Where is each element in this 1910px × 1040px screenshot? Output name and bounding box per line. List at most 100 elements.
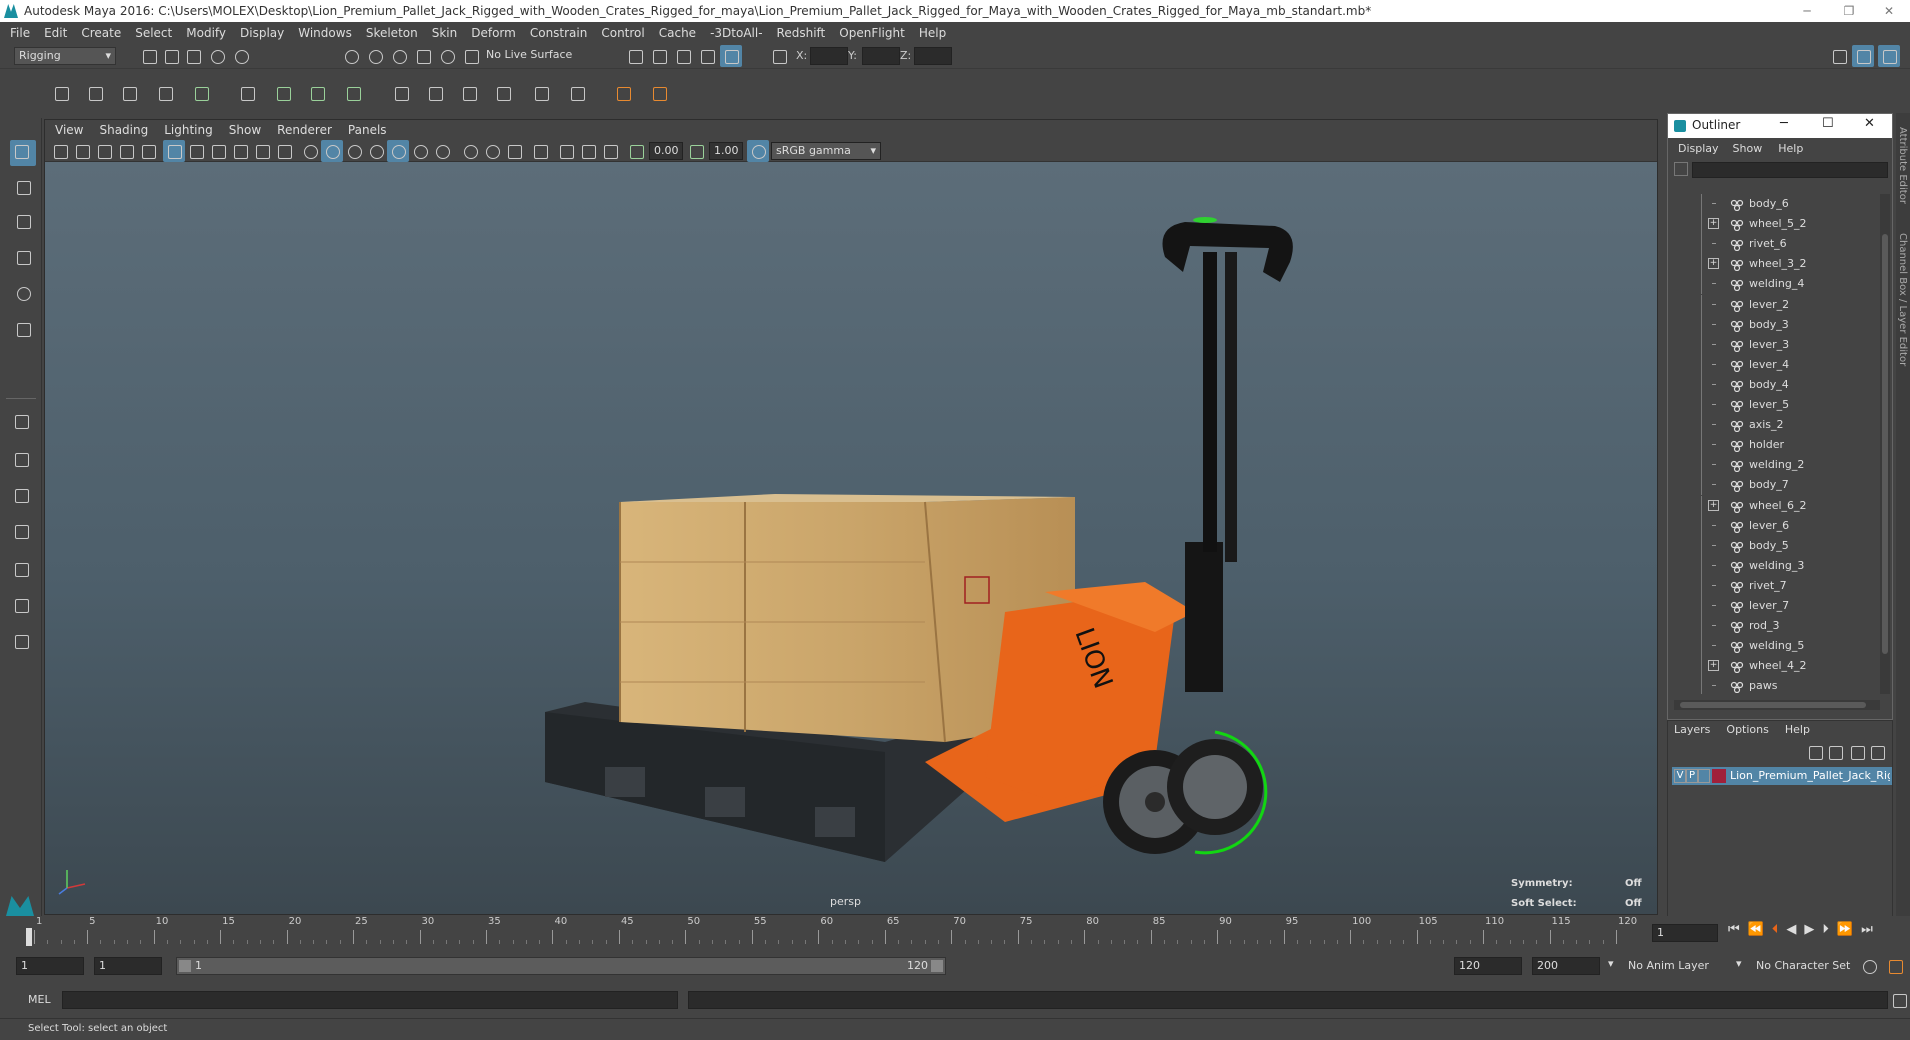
xray-joints-icon[interactable]: [577, 140, 599, 162]
orient-joint-icon[interactable]: [154, 82, 176, 104]
menu-windows[interactable]: Windows: [291, 22, 359, 44]
vp-menu-renderer[interactable]: Renderer: [269, 120, 340, 140]
new-layer-selected-icon[interactable]: [1866, 741, 1888, 763]
smooth-shade-icon[interactable]: [321, 140, 343, 162]
gate-mask-icon[interactable]: [229, 140, 251, 162]
scale-tool-icon[interactable]: [12, 318, 34, 340]
time-slider[interactable]: 1 5 10 15 20 25 30 35 40 45 50 55 60 65 70 75 80 85 90 95 10…: [0, 916, 1910, 948]
custom-layout-icon[interactable]: [10, 630, 32, 652]
expand-icon[interactable]: +: [1708, 499, 1719, 511]
toggle-attribute-editor-icon[interactable]: [1852, 45, 1874, 67]
outliner-item[interactable]: holder: [1668, 435, 1873, 456]
layer-row[interactable]: V P Lion_Premium_Pallet_Jack_Rigge: [1672, 767, 1892, 785]
menu-deform[interactable]: Deform: [464, 22, 523, 44]
textured-icon[interactable]: [365, 140, 387, 162]
step-forward-key-icon[interactable]: ⏵: [1822, 922, 1837, 937]
point-constraint-icon[interactable]: [424, 82, 446, 104]
outliner-hscrollbar[interactable]: [1674, 700, 1880, 710]
four-pane-layout-icon[interactable]: [10, 448, 32, 470]
two-pane-layout-icon[interactable]: [10, 484, 32, 506]
motion-blur-icon[interactable]: [459, 140, 481, 162]
range-start-handle[interactable]: [179, 960, 191, 972]
gamma-icon[interactable]: [685, 140, 707, 162]
outliner-item[interactable]: + wheel_6_2: [1668, 495, 1873, 516]
bind-skin-icon[interactable]: [236, 82, 258, 104]
vp-menu-panels[interactable]: Panels: [340, 120, 395, 140]
gamma-input[interactable]: 1.00: [709, 142, 743, 160]
outliner-layout-icon[interactable]: [10, 520, 32, 542]
expand-icon[interactable]: +: [1708, 218, 1719, 230]
play-backward-icon[interactable]: ◀: [1786, 922, 1804, 937]
outliner-item[interactable]: rod_3: [1668, 616, 1873, 637]
menu-create[interactable]: Create: [74, 22, 128, 44]
outliner-menu-help[interactable]: Help: [1770, 140, 1811, 158]
camera-attributes-icon[interactable]: [71, 140, 93, 162]
color-management-icon[interactable]: [747, 140, 769, 162]
step-back-key-icon[interactable]: ⏴: [1772, 922, 1787, 937]
hypershade-layout-icon[interactable]: [10, 594, 32, 616]
xray-icon[interactable]: [555, 140, 577, 162]
grease-pencil-icon[interactable]: [137, 140, 159, 162]
go-to-end-icon[interactable]: ⏭: [1861, 922, 1881, 937]
outliner-item[interactable]: lever_6: [1668, 515, 1873, 536]
bookmark-icon[interactable]: [93, 140, 115, 162]
render-settings-icon[interactable]: [624, 45, 646, 67]
cluster-icon[interactable]: [342, 82, 364, 104]
minimize-button[interactable]: ─: [1784, 0, 1830, 22]
outliner-item[interactable]: + wheel_3_2: [1668, 254, 1873, 275]
move-layer-down-icon[interactable]: [1824, 741, 1846, 763]
grid-toggle-icon[interactable]: [163, 140, 185, 162]
outliner-vscrollbar[interactable]: [1880, 194, 1890, 694]
outliner-item[interactable]: lever_4: [1668, 354, 1873, 375]
close-button[interactable]: ✕: [1864, 116, 1875, 131]
depth-of-field-icon[interactable]: [503, 140, 525, 162]
command-input[interactable]: [62, 991, 678, 1009]
script-editor-icon[interactable]: [1888, 989, 1910, 1011]
chevron-down-icon[interactable]: ▾: [1736, 957, 1742, 970]
menu-help[interactable]: Help: [912, 22, 953, 44]
layer-playback-toggle[interactable]: P: [1686, 769, 1698, 783]
ipr-render-icon[interactable]: [672, 45, 694, 67]
script-mode-toggle[interactable]: MEL: [28, 993, 51, 1006]
hypershade-icon[interactable]: [720, 45, 742, 67]
range-slider-bar[interactable]: 1 120: [176, 957, 946, 975]
range-end-handle[interactable]: [931, 960, 943, 972]
menu-redshift[interactable]: Redshift: [770, 22, 833, 44]
y-input[interactable]: [862, 47, 900, 65]
outliner-item[interactable]: lever_2: [1668, 294, 1873, 315]
menu-3dtoall[interactable]: -3DtoAll-: [703, 22, 769, 44]
outliner-item[interactable]: welding_5: [1668, 636, 1873, 657]
field-chart-icon[interactable]: [251, 140, 273, 162]
anti-aliasing-icon[interactable]: [481, 140, 503, 162]
layer-color-swatch[interactable]: [1712, 769, 1726, 783]
maximize-button[interactable]: ☐: [1822, 116, 1834, 131]
menu-control[interactable]: Control: [594, 22, 651, 44]
layers-menu-options[interactable]: Options: [1718, 721, 1776, 739]
mode-selector[interactable]: Rigging ▾: [14, 47, 116, 65]
aim-constraint-icon[interactable]: [530, 82, 552, 104]
xray-components-icon[interactable]: [599, 140, 621, 162]
outliner-item[interactable]: body_4: [1668, 374, 1873, 395]
rotate-tool-icon[interactable]: [12, 282, 34, 304]
isolate-select-icon[interactable]: [529, 140, 551, 162]
menu-constrain[interactable]: Constrain: [523, 22, 595, 44]
auto-key-icon[interactable]: [1858, 955, 1880, 977]
x-input[interactable]: [810, 47, 848, 65]
z-input[interactable]: [914, 47, 952, 65]
toggle-outliner-icon[interactable]: [1828, 45, 1850, 67]
menu-select[interactable]: Select: [128, 22, 179, 44]
redo-icon[interactable]: [230, 45, 252, 67]
wireframe-icon[interactable]: [299, 140, 321, 162]
viewport-panel[interactable]: View Shading Lighting Show Renderer Panels 0.…: [44, 119, 1658, 915]
transform-mode-icon[interactable]: [768, 45, 790, 67]
lights-icon[interactable]: [387, 140, 409, 162]
render-frame-icon[interactable]: [648, 45, 670, 67]
channel-box-tab[interactable]: Channel Box / Layer Editor: [1897, 233, 1908, 366]
orient-constraint-icon[interactable]: [458, 82, 480, 104]
outliner-search-input[interactable]: [1692, 162, 1888, 178]
undo-icon[interactable]: [206, 45, 228, 67]
animation-preferences-icon[interactable]: [1884, 955, 1906, 977]
joint-tool-icon[interactable]: [50, 82, 72, 104]
expand-icon[interactable]: +: [1708, 660, 1719, 672]
layer-visibility-toggle[interactable]: V: [1674, 769, 1686, 783]
